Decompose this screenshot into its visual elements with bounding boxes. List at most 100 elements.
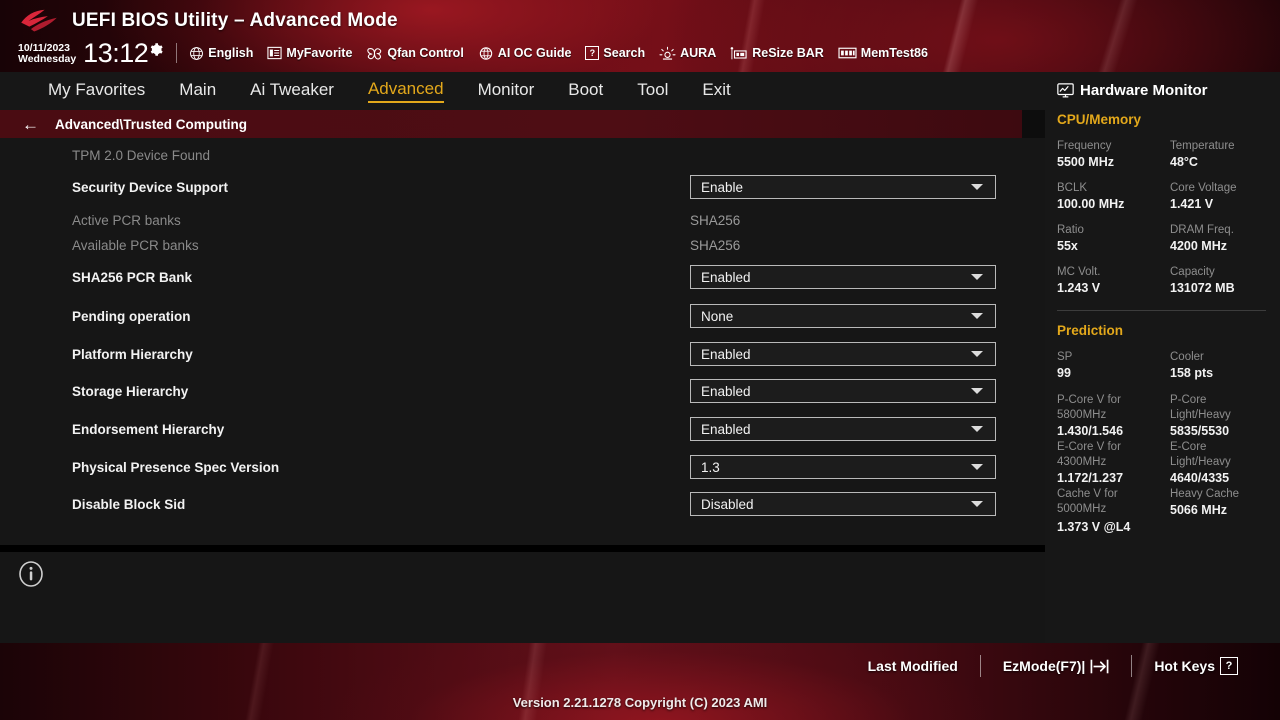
tab-tool[interactable]: Tool bbox=[637, 80, 668, 102]
footer-bar: Last Modified EzMode(F7)| Hot Keys ? Ver… bbox=[0, 643, 1280, 720]
hot-keys-button[interactable]: Hot Keys ? bbox=[1132, 657, 1260, 675]
row-active-pcr-banks: Active PCR banks SHA256 bbox=[0, 207, 1045, 233]
row-available-pcr-banks: Available PCR banks SHA256 bbox=[0, 232, 1045, 258]
tab-exit[interactable]: Exit bbox=[702, 80, 730, 102]
tool-search[interactable]: ? Search bbox=[585, 46, 645, 60]
dropdown-storage-hierarchy[interactable]: Enabled bbox=[690, 379, 996, 403]
tool-label: MyFavorite bbox=[286, 46, 353, 60]
footer-label: Hot Keys bbox=[1154, 658, 1215, 674]
ezmode-button[interactable]: EzMode(F7)| bbox=[981, 658, 1131, 675]
stat-value: 1.243 V bbox=[1057, 281, 1101, 295]
setting-label: Endorsement Hierarchy bbox=[72, 421, 225, 437]
tool-qfan-control[interactable]: Qfan Control bbox=[366, 46, 464, 61]
stat-key: Cooler bbox=[1170, 351, 1204, 363]
panel-divider bbox=[0, 545, 1045, 552]
stat-value: 55x bbox=[1057, 239, 1078, 253]
info-circle-icon[interactable] bbox=[18, 561, 44, 587]
stat-key: DRAM Freq. bbox=[1170, 224, 1234, 236]
last-modified-button[interactable]: Last Modified bbox=[846, 658, 980, 674]
chevron-down-icon bbox=[971, 426, 983, 432]
sidebar-divider bbox=[1057, 310, 1266, 311]
footer-actions: Last Modified EzMode(F7)| Hot Keys ? bbox=[846, 655, 1260, 677]
clock-value: 13:12 bbox=[83, 37, 149, 68]
dropdown-physical-presence-spec-version[interactable]: 1.3 bbox=[690, 455, 996, 479]
tool-label: AI OC Guide bbox=[497, 46, 572, 60]
setting-label: Disable Block Sid bbox=[72, 496, 186, 512]
row-security-device-support: Security Device Support Enable bbox=[0, 174, 1045, 200]
tab-my-favorites[interactable]: My Favorites bbox=[48, 80, 145, 102]
prediction-section-title: Prediction bbox=[1057, 323, 1124, 338]
dropdown-value: Enabled bbox=[701, 269, 751, 285]
header-divider bbox=[176, 43, 178, 63]
row-endorsement-hierarchy: Endorsement Hierarchy Enabled bbox=[0, 416, 1045, 442]
row-physical-presence-spec-version: Physical Presence Spec Version 1.3 bbox=[0, 454, 1045, 480]
tab-boot[interactable]: Boot bbox=[568, 80, 603, 102]
dropdown-security-device-support[interactable]: Enable bbox=[690, 175, 996, 199]
chevron-down-icon bbox=[971, 501, 983, 507]
stat-value: 1.172/1.237 bbox=[1057, 471, 1124, 485]
setting-label: TPM 2.0 Device Found bbox=[72, 147, 211, 163]
setting-label: Physical Presence Spec Version bbox=[72, 459, 280, 475]
footer-label: EzMode(F7)| bbox=[1002, 658, 1086, 674]
breadcrumb-path: Advanced\Trusted Computing bbox=[55, 116, 248, 132]
version-text: Version 2.21.1278 Copyright (C) 2023 AMI bbox=[512, 695, 768, 710]
stat-value: 1.421 V bbox=[1170, 197, 1214, 211]
dropdown-value: Disabled bbox=[701, 496, 754, 512]
list-icon bbox=[267, 46, 282, 60]
stat-key: P-Core bbox=[1170, 394, 1207, 406]
tool-label: Qfan Control bbox=[387, 46, 464, 60]
tool-ai-oc-guide[interactable]: AI OC Guide bbox=[478, 46, 572, 61]
tool-myfavorite[interactable]: MyFavorite bbox=[267, 46, 352, 60]
stat-value: 99 bbox=[1057, 366, 1071, 380]
dropdown-sha256-pcr-bank[interactable]: Enabled bbox=[690, 265, 996, 289]
gear-icon[interactable] bbox=[149, 42, 164, 57]
tool-aura[interactable]: AURA bbox=[659, 46, 716, 61]
row-storage-hierarchy: Storage Hierarchy Enabled bbox=[0, 378, 1045, 404]
footer-label: Last Modified bbox=[867, 658, 958, 674]
pcore-lightheavy-key: P-Core Light/Heavy bbox=[1170, 393, 1280, 423]
tool-resize-bar[interactable]: ReSize BAR bbox=[730, 46, 824, 61]
ecore-lightheavy-key: E-Core Light/Heavy bbox=[1170, 440, 1280, 470]
tab-main[interactable]: Main bbox=[179, 80, 216, 102]
dropdown-endorsement-hierarchy[interactable]: Enabled bbox=[690, 417, 996, 441]
row-tpm-device-found: TPM 2.0 Device Found bbox=[0, 142, 1045, 168]
chevron-down-icon bbox=[971, 464, 983, 470]
header-bar: UEFI BIOS Utility – Advanced Mode 10/11/… bbox=[0, 0, 1280, 72]
setting-label: Security Device Support bbox=[72, 179, 229, 195]
setting-value: SHA256 bbox=[690, 237, 741, 253]
stat-key: Ratio bbox=[1057, 224, 1084, 236]
header-title-row: UEFI BIOS Utility – Advanced Mode bbox=[18, 8, 398, 34]
tab-ai-tweaker[interactable]: Ai Tweaker bbox=[250, 80, 334, 102]
dropdown-pending-operation[interactable]: None bbox=[690, 304, 996, 328]
dropdown-platform-hierarchy[interactable]: Enabled bbox=[690, 342, 996, 366]
stat-key: Capacity bbox=[1170, 266, 1215, 278]
tab-monitor[interactable]: Monitor bbox=[478, 80, 535, 102]
row-platform-hierarchy: Platform Hierarchy Enabled bbox=[0, 341, 1045, 367]
tool-memtest86[interactable]: MemTest86 bbox=[838, 46, 928, 60]
stat-value: 48°C bbox=[1170, 155, 1198, 169]
tool-label: MemTest86 bbox=[860, 46, 928, 60]
tool-label: ReSize BAR bbox=[752, 46, 824, 60]
tool-label: English bbox=[208, 46, 254, 60]
bios-screen: UEFI BIOS Utility – Advanced Mode 10/11/… bbox=[0, 0, 1280, 720]
back-arrow-icon[interactable]: ← bbox=[22, 116, 39, 133]
stat-value: 5066 MHz bbox=[1170, 503, 1227, 517]
stat-key: Heavy Cache bbox=[1170, 488, 1240, 500]
ecore-voltage-key: E-Core V for 4300MHz bbox=[1057, 440, 1170, 470]
page-title: UEFI BIOS Utility – Advanced Mode bbox=[72, 10, 398, 31]
tool-english[interactable]: English bbox=[189, 46, 253, 61]
help-panel bbox=[0, 552, 1045, 643]
dropdown-disable-block-sid[interactable]: Disabled bbox=[690, 492, 996, 516]
setting-label: Pending operation bbox=[72, 308, 191, 324]
row-pending-operation: Pending operation None bbox=[0, 303, 1045, 329]
stat-value: 4640/4335 bbox=[1170, 471, 1230, 485]
stat-key: SP bbox=[1057, 351, 1073, 363]
dropdown-value: Enabled bbox=[701, 383, 751, 399]
setting-label: Available PCR banks bbox=[72, 237, 199, 253]
date-value: 10/11/2023 bbox=[18, 41, 70, 54]
setting-label: Platform Hierarchy bbox=[72, 346, 193, 362]
tab-advanced[interactable]: Advanced bbox=[367, 79, 444, 103]
setting-label: SHA256 PCR Bank bbox=[72, 269, 193, 285]
exit-arrow-icon bbox=[1090, 659, 1109, 673]
